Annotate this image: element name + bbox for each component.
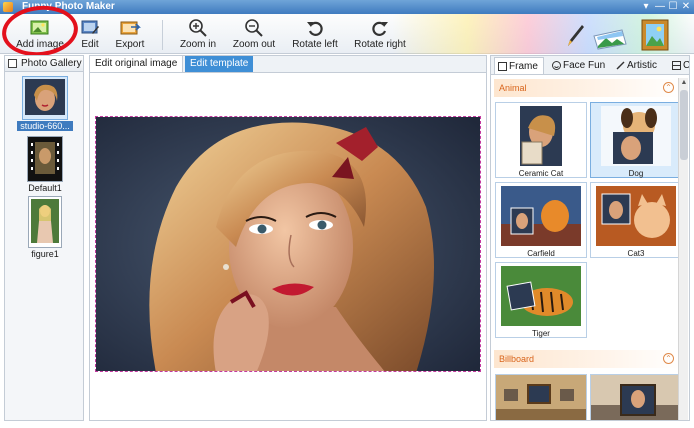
title-bar: Funny Photo Maker ▾ — ☐ ✕ (0, 0, 694, 14)
templates-panel: Frame Face Fun Artistic C Animal ⌃ Ceram… (490, 55, 690, 421)
smiley-icon (552, 61, 561, 70)
template-cat3[interactable]: Cat3 (590, 182, 682, 258)
frame-icon (498, 62, 507, 71)
zoom-in-icon (189, 19, 207, 37)
edit-button[interactable]: Edit (76, 18, 104, 52)
zoom-out-icon (245, 19, 263, 37)
gallery-item-label: studio-660... (17, 121, 73, 131)
dog-thumbnail (601, 106, 671, 166)
template-billboard-street[interactable] (590, 374, 682, 420)
editor-tabs: Edit original image Edit template (90, 56, 486, 73)
woman-portrait-photo (96, 117, 480, 371)
collapse-icon[interactable]: ⌃ (663, 82, 674, 93)
scroll-up-icon[interactable]: ▲ (679, 78, 689, 88)
canvas-image[interactable] (95, 116, 481, 372)
template-billboard-gallery[interactable] (495, 374, 587, 420)
zoom-in-button[interactable]: Zoom in (176, 18, 220, 52)
zoom-out-button[interactable]: Zoom out (230, 18, 278, 52)
gallery-thumbnail (28, 196, 62, 248)
maximize-button[interactable]: ☐ (667, 1, 679, 13)
gallery-item-label: Default1 (28, 183, 62, 193)
tab-edit-template[interactable]: Edit template (185, 56, 254, 72)
minimize-button[interactable]: — (654, 1, 666, 13)
gallery-item-default1[interactable]: Default1 (17, 136, 73, 193)
tab-artistic[interactable]: Artistic (613, 57, 665, 74)
gallery-item-studio[interactable]: studio-660... (17, 76, 73, 131)
carfield-thumbnail (501, 186, 581, 246)
edit-icon (81, 20, 99, 34)
tiger-thumbnail (501, 266, 581, 326)
app-icon (3, 2, 13, 12)
woman-portrait-thumbnail (25, 79, 65, 115)
export-icon (120, 21, 141, 35)
scrollbar-thumb[interactable] (680, 90, 688, 160)
template-dog[interactable]: Dog (590, 102, 682, 178)
brush-icon (616, 61, 625, 70)
menu-dropdown-button[interactable]: ▾ (640, 1, 652, 13)
billboard-street-thumbnail (591, 375, 681, 420)
collage-icon (672, 61, 681, 70)
toolbar-separator (162, 20, 163, 50)
landscape-photo-icon (593, 29, 627, 50)
toolbar: Add image Edit Export Zoom in Zoom out R… (0, 14, 694, 54)
templates-scrollbar[interactable]: ▲ (678, 78, 688, 420)
photo-gallery-panel: Photo Gallery studio-660... Default1 fig… (4, 55, 84, 421)
tab-more[interactable]: C (669, 57, 689, 74)
pen-icon (568, 25, 584, 46)
section-animal[interactable]: Animal ⌃ (494, 79, 680, 97)
cat3-thumbnail (596, 186, 676, 246)
close-button[interactable]: ✕ (680, 1, 692, 13)
gallery-thumbnail (22, 76, 68, 120)
rotate-right-icon (372, 21, 388, 36)
template-tiger[interactable]: Tiger (495, 262, 587, 338)
template-carfield[interactable]: Carfield (495, 182, 587, 258)
gallery-thumbnail (27, 136, 63, 182)
collapse-icon[interactable]: ⌃ (663, 353, 674, 364)
billboard-gallery-thumbnail (496, 375, 586, 420)
tab-face-fun[interactable]: Face Fun (549, 57, 605, 74)
tab-frame[interactable]: Frame (494, 57, 544, 74)
figure-thumbnail (31, 199, 59, 243)
export-button[interactable]: Export (112, 18, 148, 52)
picture-frame-icon (641, 19, 669, 51)
template-tabs: Frame Face Fun Artistic C (491, 56, 689, 75)
rotate-left-icon (307, 21, 323, 36)
tab-edit-original-image[interactable]: Edit original image (90, 56, 184, 72)
ceramic-cat-thumbnail (520, 106, 562, 166)
gallery-icon (8, 59, 17, 68)
photo-gallery-title: Photo Gallery (21, 58, 82, 69)
photo-gallery-header: Photo Gallery (5, 56, 83, 72)
film-strip-thumbnail (30, 139, 60, 177)
rotate-right-button[interactable]: Rotate right (352, 18, 408, 52)
gallery-item-label: figure1 (31, 249, 59, 259)
template-ceramic-cat[interactable]: Ceramic Cat (495, 102, 587, 178)
section-billboard[interactable]: Billboard ⌃ (494, 350, 680, 368)
editor-panel: Edit original image Edit template (89, 55, 487, 421)
rotate-left-button[interactable]: Rotate left (288, 18, 342, 52)
gallery-item-figure1[interactable]: figure1 (17, 196, 73, 259)
